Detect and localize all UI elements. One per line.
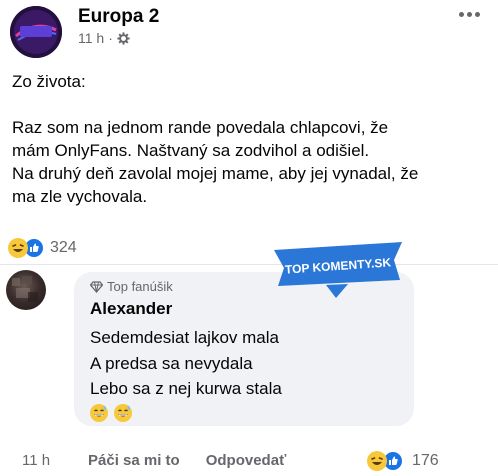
post-body-line: Na druhý deň zavolal mojej mame, aby jej… bbox=[12, 164, 419, 183]
comment-actions: 11 h Páči sa mi to Odpovedať bbox=[22, 452, 312, 469]
comment-author[interactable]: Alexander bbox=[90, 299, 172, 319]
comment-time[interactable]: 11 h bbox=[22, 452, 88, 469]
top-fan-badge: Top fanúšik bbox=[90, 279, 173, 294]
post-text: Zo života: Raz som na jednom rande poved… bbox=[12, 70, 482, 208]
haha-icon bbox=[8, 238, 28, 258]
post-body-line: mám OnlyFans. Naštvaný sa zodvihol a odi… bbox=[12, 141, 370, 160]
gear-icon[interactable] bbox=[117, 31, 130, 45]
post-body-line: Raz som na jednom rande povedala chlapco… bbox=[12, 118, 389, 137]
comment-emojis bbox=[90, 404, 132, 422]
commenter-avatar[interactable] bbox=[6, 270, 46, 310]
europa2-logo bbox=[10, 6, 62, 58]
comment-reactions[interactable]: 176 bbox=[367, 450, 439, 472]
topkomenty-watermark: TOP KOMENTY.SK bbox=[274, 242, 402, 298]
post-intro: Zo života: bbox=[12, 72, 86, 91]
reply-button[interactable]: Odpovedať bbox=[206, 452, 287, 469]
post-meta: 11 h · bbox=[78, 30, 130, 46]
grinning-sweat-icon bbox=[90, 404, 108, 422]
like-button[interactable]: Páči sa mi to bbox=[88, 452, 180, 469]
divider bbox=[0, 264, 498, 265]
post-body-line: ma zle vychovala. bbox=[12, 187, 148, 206]
comment-text: Sedemdesiat lajkov mala A predsa sa nevy… bbox=[90, 325, 282, 402]
badge-label: Top fanúšik bbox=[107, 279, 173, 294]
more-dot bbox=[459, 12, 464, 17]
meta-separator: · bbox=[108, 30, 113, 46]
comment-line: A predsa sa nevydala bbox=[90, 353, 253, 373]
grinning-sweat-icon bbox=[114, 404, 132, 422]
page-avatar[interactable] bbox=[10, 6, 62, 58]
more-dot bbox=[475, 12, 480, 17]
diamond-icon bbox=[90, 280, 103, 293]
comment-reaction-count: 176 bbox=[412, 452, 439, 469]
comment-line: Lebo sa z nej kurwa stala bbox=[90, 379, 282, 398]
comment-line: Sedemdesiat lajkov mala bbox=[90, 328, 279, 347]
post-reactions[interactable]: 324 bbox=[8, 237, 77, 259]
reaction-count: 324 bbox=[50, 239, 77, 256]
more-dot bbox=[467, 12, 472, 17]
more-options-icon[interactable] bbox=[459, 12, 480, 17]
post-time[interactable]: 11 h bbox=[78, 30, 104, 46]
haha-icon bbox=[367, 451, 387, 471]
page-name[interactable]: Europa 2 bbox=[78, 6, 159, 28]
